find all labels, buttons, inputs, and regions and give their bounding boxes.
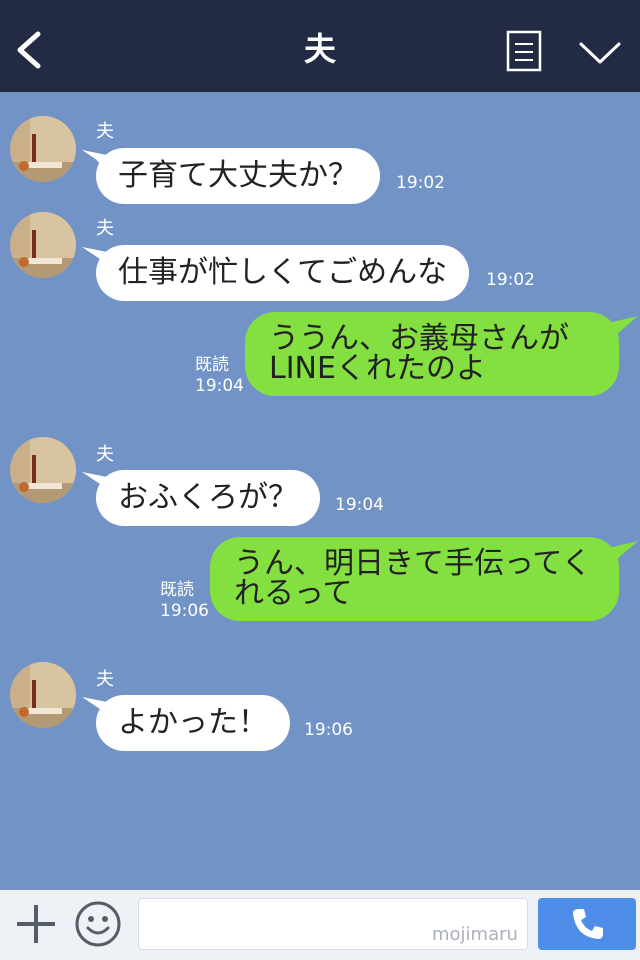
avatar[interactable] — [10, 437, 76, 503]
message-time: 19:02 — [486, 270, 535, 290]
smiley-icon[interactable] — [74, 900, 122, 948]
chevron-down-icon[interactable] — [578, 38, 622, 68]
message-bubble[interactable]: 子育て大丈夫か？ — [96, 148, 380, 204]
phone-icon[interactable] — [570, 906, 606, 942]
read-label: 既読 — [160, 580, 194, 600]
sender-name: 夫 — [96, 669, 114, 690]
notes-icon[interactable] — [506, 30, 542, 72]
avatar[interactable] — [10, 116, 76, 182]
message-bubble[interactable]: 仕事が忙しくてごめんな — [96, 245, 470, 301]
avatar[interactable] — [10, 212, 76, 278]
read-label: 既読 — [195, 355, 229, 375]
message-bubble[interactable]: ううん、お義母さんがLINEくれたのよ — [245, 312, 619, 396]
plus-icon[interactable] — [14, 902, 58, 946]
message-time: 19:02 — [396, 173, 445, 193]
message-time: 19:04 — [335, 495, 384, 515]
message-bubble[interactable]: うん、明日きて手伝ってくれるって — [210, 537, 619, 621]
message-bubble[interactable]: よかった！ — [96, 695, 290, 751]
read-receipt: 既読 19:06 — [160, 580, 209, 622]
chat-title: 夫 — [303, 30, 336, 68]
sender-name: 夫 — [96, 444, 114, 465]
sender-name: 夫 — [96, 121, 114, 142]
sender-name: 夫 — [96, 218, 114, 239]
read-receipt: 既読 19:04 — [195, 355, 244, 397]
message-time: 19:04 — [195, 376, 244, 396]
watermark: mojimaru — [432, 924, 518, 945]
message-bubble[interactable]: おふくろが？ — [96, 470, 320, 526]
message-time: 19:06 — [160, 601, 209, 621]
message-time: 19:06 — [304, 720, 353, 740]
avatar[interactable] — [10, 662, 76, 728]
